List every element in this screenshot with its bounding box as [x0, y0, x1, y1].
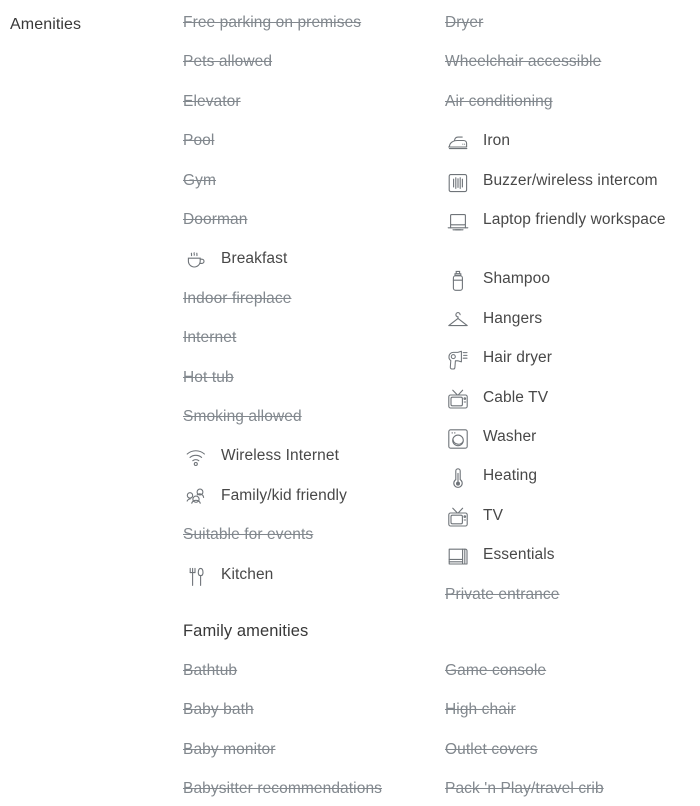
amenity-label: High chair: [445, 701, 516, 719]
amenity-label: Air conditioning: [445, 92, 553, 110]
intercom-icon: [445, 171, 473, 195]
amenity-label: Family/kid friendly: [221, 486, 347, 504]
amenity-label: Suitable for events: [183, 526, 314, 544]
hair-dryer-icon: [445, 348, 473, 372]
amenity-row: Shampoo: [445, 268, 700, 307]
thermometer-icon: [445, 466, 473, 490]
amenity-row: Buzzer/wireless intercom: [445, 170, 700, 209]
amenity-row: Breakfast: [183, 248, 445, 287]
amenity-label: Heating: [483, 467, 538, 485]
amenity-row: Doorman: [183, 209, 445, 248]
amenity-row: Heating: [445, 465, 700, 504]
amenity-label: Babysitter recommendations: [183, 780, 383, 798]
amenity-label: Gym: [183, 171, 217, 189]
amenity-row: Suitable for events: [183, 524, 445, 563]
hanger-icon: [445, 309, 473, 333]
amenity-label: Dryer: [445, 14, 484, 31]
amenity-row: Pets allowed: [183, 51, 445, 90]
amenity-label: Doorman: [183, 211, 248, 228]
amenity-label: Internet: [183, 329, 237, 347]
laptop-icon: [445, 210, 473, 234]
amenity-label: Iron: [483, 132, 511, 150]
amenity-row: Indoor fireplace: [183, 288, 445, 327]
amenity-row: Baby monitor: [183, 739, 445, 778]
amenity-row: Pack 'n Play/travel crib: [445, 778, 700, 806]
amenity-row: Laptop friendly workspace: [445, 209, 700, 248]
family-amenities-heading: Family amenities: [183, 622, 309, 640]
amenity-row: Gym: [183, 170, 445, 209]
amenity-label: Smoking allowed: [183, 408, 302, 425]
amenity-label: Hot tub: [183, 368, 234, 386]
amenity-row: Cable TV: [445, 387, 700, 426]
amenity-label: Breakfast: [221, 250, 288, 268]
fork-knife-icon: [183, 565, 211, 589]
amenity-row: TV: [445, 505, 700, 544]
amenity-row: Pool: [183, 130, 445, 169]
amenities-page: Amenities Free parking on premises Pets a…: [0, 0, 700, 806]
amenity-row: Essentials: [445, 544, 700, 583]
amenity-label: Elevator: [183, 92, 241, 110]
amenity-row: Wheelchair accessible: [445, 51, 700, 90]
amenity-label: Laptop friendly workspace: [483, 211, 666, 228]
amenity-label: Cable TV: [483, 388, 549, 406]
amenity-label: Baby monitor: [183, 740, 276, 758]
tv-icon: [445, 388, 473, 412]
towels-icon: [445, 545, 473, 569]
amenity-label: Shampoo: [483, 270, 551, 288]
page-title: Amenities: [10, 16, 82, 33]
amenity-row: Outlet covers: [445, 739, 700, 778]
amenity-label: Baby bath: [183, 701, 254, 719]
amenity-label: TV: [483, 506, 504, 524]
shampoo-bottle-icon: [445, 269, 473, 293]
amenity-label: Essentials: [483, 546, 555, 564]
amenity-row: Kitchen: [183, 564, 445, 603]
amenity-row: Family/kid friendly: [183, 485, 445, 524]
amenity-label: Pool: [183, 132, 215, 150]
amenity-row: Baby bath: [183, 699, 445, 738]
amenity-label: Pets allowed: [183, 53, 273, 71]
amenity-row: Smoking allowed: [183, 406, 445, 445]
amenity-row: Hangers: [445, 308, 700, 347]
amenity-label: Buzzer/wireless intercom: [483, 171, 658, 189]
iron-icon: [445, 131, 473, 155]
amenity-label: Game console: [445, 662, 547, 679]
washer-icon: [445, 427, 473, 451]
amenity-row: Game console: [445, 660, 700, 699]
amenity-label: Kitchen: [221, 565, 274, 583]
tv-icon: [445, 506, 473, 530]
wifi-icon: [183, 446, 211, 470]
amenity-label: Free parking on premises: [183, 14, 362, 31]
family-icon: [183, 486, 211, 510]
amenity-label: Washer: [483, 428, 537, 445]
amenity-row: Hot tub: [183, 367, 445, 406]
amenity-label: Hair dryer: [483, 349, 553, 367]
amenity-row: Dryer: [445, 12, 700, 51]
amenity-row: Hair dryer: [445, 347, 700, 386]
amenity-label: Indoor fireplace: [183, 289, 292, 307]
amenity-row: Babysitter recommendations: [183, 778, 445, 806]
amenity-row: Washer: [445, 426, 700, 465]
amenity-label: Pack 'n Play/travel crib: [445, 780, 604, 798]
amenity-row: Elevator: [183, 91, 445, 130]
amenity-label: Wireless Internet: [221, 447, 339, 465]
amenity-row: Private entrance: [445, 584, 700, 623]
amenity-row: High chair: [445, 699, 700, 738]
amenity-row: Air conditioning: [445, 91, 700, 130]
amenity-label: Private entrance: [445, 585, 560, 603]
amenity-label: Hangers: [483, 309, 543, 327]
amenity-row: Free parking on premises: [183, 12, 445, 51]
amenity-label: Bathtub: [183, 662, 238, 679]
amenity-row: Bathtub: [183, 660, 445, 699]
amenity-row: Iron: [445, 130, 700, 169]
amenity-label: Outlet covers: [445, 740, 538, 758]
amenity-label: Wheelchair accessible: [445, 53, 602, 71]
coffee-cup-icon: [183, 249, 211, 273]
amenity-row: Internet: [183, 327, 445, 366]
amenity-row: Wireless Internet: [183, 445, 445, 484]
